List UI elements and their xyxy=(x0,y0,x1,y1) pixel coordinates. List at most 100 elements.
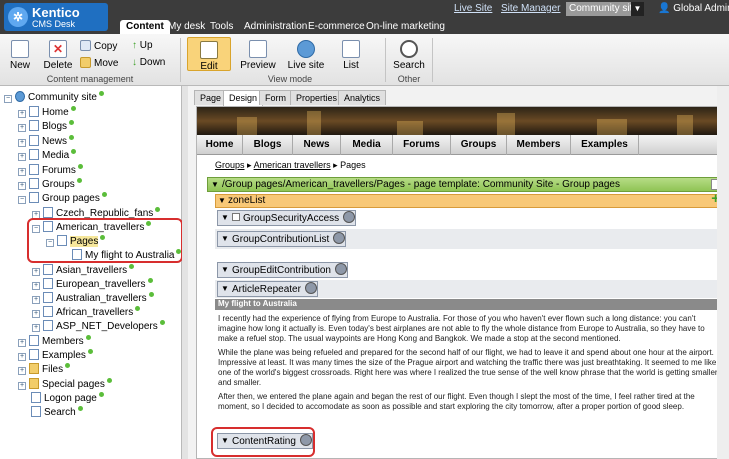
vertical-scrollbar[interactable] xyxy=(717,86,729,459)
list-button[interactable]: List xyxy=(336,40,366,71)
article-title[interactable]: My flight to Australia xyxy=(215,299,723,310)
collapse-icon[interactable]: − xyxy=(18,196,26,204)
tree-node-forums[interactable]: + Forums xyxy=(18,164,83,177)
collapse-icon[interactable]: ▼ xyxy=(221,232,229,246)
expand-icon[interactable]: + xyxy=(18,139,26,147)
down-button[interactable]: ↓ Down xyxy=(132,57,165,68)
tab-properties[interactable]: Properties xyxy=(290,90,344,105)
site-menu-groups[interactable]: Groups xyxy=(451,135,507,155)
gear-icon[interactable] xyxy=(334,263,347,275)
preview-icon xyxy=(249,40,267,58)
webpart-article-repeater[interactable]: ▼ ArticleRepeater xyxy=(217,281,318,297)
zone-bar[interactable]: ▼ zoneList + xyxy=(215,191,723,208)
published-status-icon xyxy=(101,192,107,197)
live-site-link[interactable]: Live Site xyxy=(454,3,492,14)
collapse-icon[interactable]: ▼ xyxy=(218,195,226,207)
tree-node-logon-page[interactable]: Logon page xyxy=(31,392,104,405)
expand-icon[interactable]: + xyxy=(32,310,40,318)
tab-tools[interactable]: Tools xyxy=(204,20,239,34)
tree-node-group-pages[interactable]: − Group pages xyxy=(18,192,107,205)
site-menu-blogs[interactable]: Blogs xyxy=(243,135,293,155)
user-menu[interactable]: 👤 Global Administrator xyxy=(658,3,729,14)
webpart-group-contribution-list[interactable]: ▼ GroupContributionList xyxy=(217,231,347,247)
gear-icon[interactable] xyxy=(304,282,317,294)
collapse-icon[interactable]: ▼ xyxy=(221,282,229,296)
page-icon xyxy=(43,207,53,218)
tree-node-european-travellers[interactable]: + European_travellers xyxy=(32,278,153,291)
new-page-icon xyxy=(11,40,29,58)
tab-form[interactable]: Form xyxy=(259,90,292,105)
tree-node-label: Special pages xyxy=(42,379,105,390)
webpart-label: GroupSecurityAccess xyxy=(243,213,340,224)
site-menu-home[interactable]: Home xyxy=(197,135,243,155)
site-select[interactable]: Community site ▼ xyxy=(566,2,644,16)
site-menu-forums[interactable]: Forums xyxy=(393,135,451,155)
move-button[interactable]: Move xyxy=(80,57,118,69)
delete-button[interactable]: ✕ Delete xyxy=(42,40,74,71)
site-menu-members[interactable]: Members xyxy=(507,135,571,155)
tree-node-news[interactable]: + News xyxy=(18,135,75,148)
webpart-group-edit-contribution[interactable]: ▼ GroupEditContribution xyxy=(217,262,348,278)
tree-node-groups[interactable]: + Groups xyxy=(18,178,82,191)
tree-node-australian-travellers[interactable]: + Australian_travellers xyxy=(32,292,154,305)
site-menu-media[interactable]: Media xyxy=(341,135,393,155)
site-menu-examples[interactable]: Examples xyxy=(571,135,639,155)
tree-node-blogs[interactable]: + Blogs xyxy=(18,120,75,133)
tree-node-files[interactable]: + Files xyxy=(18,363,71,376)
breadcrumb-american-travellers[interactable]: American travellers xyxy=(254,160,331,170)
tab-online-marketing[interactable]: On-line marketing xyxy=(360,20,451,34)
published-status-icon xyxy=(148,292,154,297)
tree-node-examples[interactable]: + Examples xyxy=(18,349,93,362)
new-button[interactable]: New xyxy=(8,40,32,71)
tree-node-label: Group pages xyxy=(42,193,100,204)
page-template-bar[interactable]: ▼ /Group pages/American_travellers/Pages… xyxy=(207,177,725,192)
published-status-icon xyxy=(69,135,75,140)
gear-icon[interactable] xyxy=(343,211,356,223)
kentico-logo[interactable]: ✲ Kentico CMS Desk xyxy=(4,3,108,31)
search-label: Search xyxy=(393,60,425,71)
tree-node-asian-travellers[interactable]: + Asian_travellers xyxy=(32,264,135,277)
expand-icon[interactable]: + xyxy=(32,296,40,304)
move-label: Move xyxy=(94,58,119,69)
collapse-icon[interactable]: ▼ xyxy=(221,211,229,225)
tree-node-root[interactable]: − Community site xyxy=(4,91,104,104)
expand-icon[interactable]: + xyxy=(18,382,26,390)
expand-icon[interactable]: + xyxy=(18,168,26,176)
search-button[interactable]: Search xyxy=(392,40,426,71)
tree-node-media[interactable]: + Media xyxy=(18,149,77,162)
expand-icon[interactable]: + xyxy=(32,324,40,332)
checkbox-icon[interactable] xyxy=(232,213,240,221)
expand-icon[interactable]: + xyxy=(32,268,40,276)
collapse-icon[interactable]: ▼ xyxy=(211,178,219,191)
site-menu-news[interactable]: News xyxy=(293,135,341,155)
banner-building xyxy=(397,121,423,135)
expand-icon[interactable]: + xyxy=(18,367,26,375)
collapse-icon[interactable]: − xyxy=(4,95,12,103)
site-manager-link[interactable]: Site Manager xyxy=(501,3,560,14)
expand-icon[interactable]: + xyxy=(18,124,26,132)
tree-node-asp-net-developers[interactable]: + ASP_NET_Developers xyxy=(32,320,165,333)
tree-node-special-pages[interactable]: + Special pages xyxy=(18,378,112,391)
tree-node-members[interactable]: + Members xyxy=(18,335,91,348)
tab-design[interactable]: Design xyxy=(223,90,264,106)
breadcrumb-groups[interactable]: Groups xyxy=(215,160,245,170)
up-button[interactable]: ↑ Up xyxy=(132,40,153,51)
tree-node-home[interactable]: + Home xyxy=(18,106,76,119)
tree-node-search[interactable]: Search xyxy=(31,406,83,419)
live-site-button[interactable]: Live site xyxy=(286,40,326,71)
copy-button[interactable]: Copy xyxy=(80,40,117,52)
expand-icon[interactable]: + xyxy=(18,110,26,118)
page-icon xyxy=(43,306,53,317)
tree-node-african-travellers[interactable]: + African_travellers xyxy=(32,306,141,319)
expand-icon[interactable]: + xyxy=(18,339,26,347)
expand-icon[interactable]: + xyxy=(18,353,26,361)
preview-button[interactable]: Preview xyxy=(240,40,276,71)
expand-icon[interactable]: + xyxy=(18,182,26,190)
expand-icon[interactable]: + xyxy=(32,282,40,290)
collapse-icon[interactable]: ▼ xyxy=(221,263,229,277)
webpart-group-security-access[interactable]: ▼ GroupSecurityAccess xyxy=(217,210,357,226)
tab-analytics[interactable]: Analytics xyxy=(338,90,387,105)
expand-icon[interactable]: + xyxy=(18,153,26,161)
gear-icon[interactable] xyxy=(333,232,346,244)
edit-button[interactable]: Edit xyxy=(187,37,231,72)
